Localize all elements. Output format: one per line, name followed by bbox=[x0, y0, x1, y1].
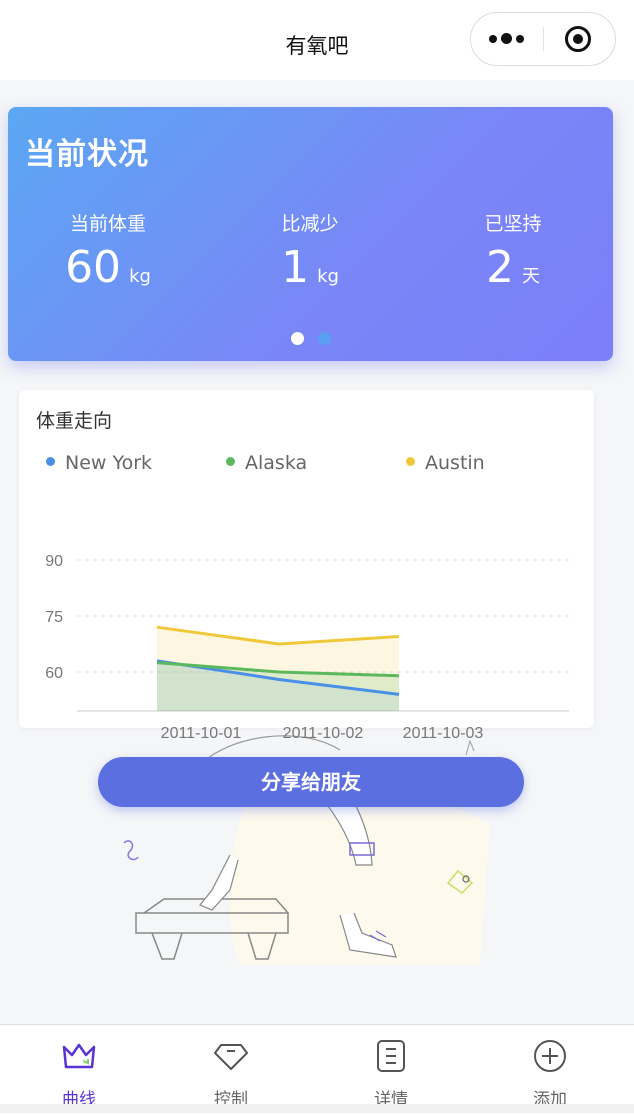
x-tick-label: 2011-10-03 bbox=[403, 725, 484, 742]
exercise-illustration bbox=[123, 735, 490, 965]
more-dots-icon[interactable] bbox=[489, 29, 529, 49]
x-tick-label: 2011-10-02 bbox=[283, 725, 364, 742]
diamond-icon bbox=[214, 1044, 248, 1070]
stat-label: 当前体重 bbox=[69, 213, 146, 235]
tab-bar: 曲线 控制 详情 添加 bbox=[0, 1024, 634, 1114]
close-circle-icon[interactable] bbox=[565, 26, 591, 52]
tab-details[interactable]: 详情 bbox=[312, 1025, 470, 1114]
stat-value: 60 bbox=[65, 242, 122, 293]
tab-control[interactable]: 控制 bbox=[152, 1025, 310, 1114]
y-tick-label: 90 bbox=[45, 553, 63, 570]
tab-curve[interactable]: 曲线 bbox=[0, 1025, 158, 1114]
weight-trend-chart: 60 75 90 2011-10-01 2011-10-02 2011-10-03 bbox=[45, 553, 569, 742]
navbar: 有氧吧 bbox=[0, 0, 634, 80]
stat-weight-reduced: 比减少 1 kg bbox=[210, 209, 410, 293]
stat-days-persisted: 已坚持 2天 bbox=[413, 209, 613, 293]
home-indicator-bar bbox=[0, 1104, 634, 1113]
capsule-divider bbox=[543, 27, 544, 51]
crown-icon bbox=[62, 1043, 96, 1069]
carousel-dot-active[interactable] bbox=[291, 332, 304, 345]
stat-label: 已坚持 bbox=[484, 213, 542, 235]
chart-card: 体重走向 New York Alaska Austin 60 75 90 2011-1… bbox=[19, 390, 594, 742]
y-tick-label: 75 bbox=[45, 609, 63, 626]
stat-unit: kg bbox=[317, 266, 339, 287]
status-card[interactable]: 当前状况 当前体重 60 kg 比减少 1 kg 已坚持 2天 bbox=[8, 107, 613, 361]
plus-circle-icon bbox=[534, 1040, 566, 1072]
carousel-dot[interactable] bbox=[318, 332, 331, 345]
stat-label: 比减少 bbox=[281, 213, 339, 235]
stat-value: 2 bbox=[486, 242, 514, 293]
stat-unit: 天 bbox=[522, 266, 540, 287]
x-tick-label: 2011-10-01 bbox=[161, 725, 242, 742]
mini-program-capsule bbox=[470, 12, 616, 66]
stat-value: 1 bbox=[281, 242, 310, 293]
stat-current-weight: 当前体重 60 kg bbox=[8, 209, 208, 293]
tab-add[interactable]: 添加 bbox=[471, 1025, 629, 1114]
share-button[interactable]: 分享给朋友 bbox=[98, 757, 524, 807]
status-title: 当前状况 bbox=[25, 137, 149, 172]
stat-unit: kg bbox=[129, 266, 151, 287]
document-icon bbox=[377, 1040, 405, 1072]
y-tick-label: 60 bbox=[45, 665, 63, 682]
